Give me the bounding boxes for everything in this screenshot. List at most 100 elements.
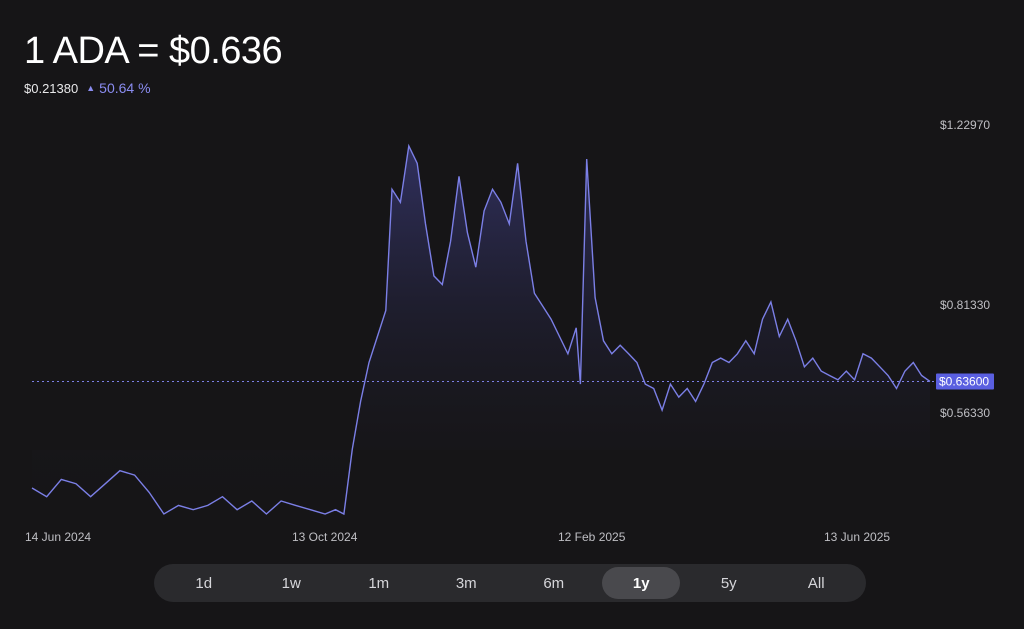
price-point (324, 513, 327, 516)
price-point (895, 387, 898, 390)
price-point (359, 400, 362, 403)
price-point (162, 513, 165, 516)
price-point (627, 352, 630, 355)
price-point (566, 352, 569, 355)
price-point (702, 383, 705, 386)
price-point (903, 370, 906, 373)
price-point (499, 201, 502, 204)
price-point (432, 274, 435, 277)
price-point (525, 240, 528, 243)
x-tick-label: 14 Jun 2024 (25, 530, 91, 544)
price-point (887, 374, 890, 377)
price-area (32, 146, 930, 514)
price-point (853, 378, 856, 381)
price-point (795, 339, 798, 342)
price-point (929, 380, 932, 383)
price-point (820, 370, 823, 373)
price-point (669, 383, 672, 386)
price-point (384, 309, 387, 312)
price-point (75, 482, 78, 485)
price-chart[interactable]: $1.22970 $0.81330 $0.56330 14 Jun 2024 1… (0, 0, 1024, 560)
price-point (399, 201, 402, 204)
price-point (635, 361, 638, 364)
range-button-1m[interactable]: 1m (340, 567, 418, 599)
price-point (483, 209, 486, 212)
price-point (736, 352, 739, 355)
price-point (644, 383, 647, 386)
price-point (250, 500, 253, 503)
price-point (575, 326, 578, 329)
price-point (294, 504, 297, 507)
price-point (579, 383, 582, 386)
price-point (769, 300, 772, 303)
price-point (458, 175, 461, 178)
price-point (828, 374, 831, 377)
price-point (550, 318, 553, 321)
price-point (619, 344, 622, 347)
price-point (368, 361, 371, 364)
range-button-1w[interactable]: 1w (252, 567, 330, 599)
price-point (474, 266, 477, 269)
price-point (89, 495, 92, 498)
price-point (836, 378, 839, 381)
price-point (441, 283, 444, 286)
y-tick-label: $1.22970 (940, 118, 990, 132)
price-point (711, 361, 714, 364)
price-point (878, 365, 881, 368)
price-point (652, 387, 655, 390)
price-point (60, 478, 63, 481)
price-point (516, 162, 519, 165)
price-point (694, 400, 697, 403)
price-point (45, 495, 48, 498)
range-button-3m[interactable]: 3m (427, 567, 505, 599)
price-point (133, 474, 136, 477)
price-point (585, 158, 588, 161)
price-point (719, 357, 722, 360)
price-point (508, 222, 511, 225)
price-point (177, 504, 180, 507)
price-point (118, 469, 121, 472)
price-point (449, 240, 452, 243)
price-point (753, 352, 756, 355)
range-button-1d[interactable]: 1d (165, 567, 243, 599)
price-point (594, 296, 597, 299)
price-point (845, 370, 848, 373)
price-point (416, 162, 419, 165)
price-point (728, 361, 731, 364)
y-tick-label: $0.81330 (940, 298, 990, 312)
price-point (424, 222, 427, 225)
range-button-6m[interactable]: 6m (515, 567, 593, 599)
x-tick-label: 12 Feb 2025 (558, 530, 626, 544)
price-point (221, 495, 224, 498)
range-button-5y[interactable]: 5y (690, 567, 768, 599)
price-point (558, 335, 561, 338)
price-point (786, 318, 789, 321)
price-point (104, 482, 107, 485)
price-point (309, 508, 312, 511)
price-point (31, 487, 34, 490)
price-point (778, 335, 781, 338)
price-point (491, 188, 494, 191)
price-point (661, 409, 664, 412)
price-point (744, 339, 747, 342)
price-point (541, 305, 544, 308)
current-price-label: $0.63600 (939, 375, 989, 389)
price-point (466, 231, 469, 234)
y-tick-label: $0.56330 (940, 406, 990, 420)
range-button-1y[interactable]: 1y (602, 567, 681, 599)
price-point (280, 500, 283, 503)
price-point (912, 361, 915, 364)
price-point (351, 448, 354, 451)
price-point (811, 357, 814, 360)
price-point (761, 318, 764, 321)
range-button-all[interactable]: All (777, 567, 855, 599)
x-axis-labels: 14 Jun 2024 13 Oct 2024 12 Feb 2025 13 J… (25, 530, 890, 544)
x-tick-label: 13 Oct 2024 (292, 530, 358, 544)
price-point (686, 387, 689, 390)
price-point (533, 292, 536, 295)
price-point (920, 374, 923, 377)
price-point (407, 145, 410, 148)
x-tick-label: 13 Jun 2025 (824, 530, 890, 544)
price-point (334, 508, 337, 511)
price-point (376, 335, 379, 338)
